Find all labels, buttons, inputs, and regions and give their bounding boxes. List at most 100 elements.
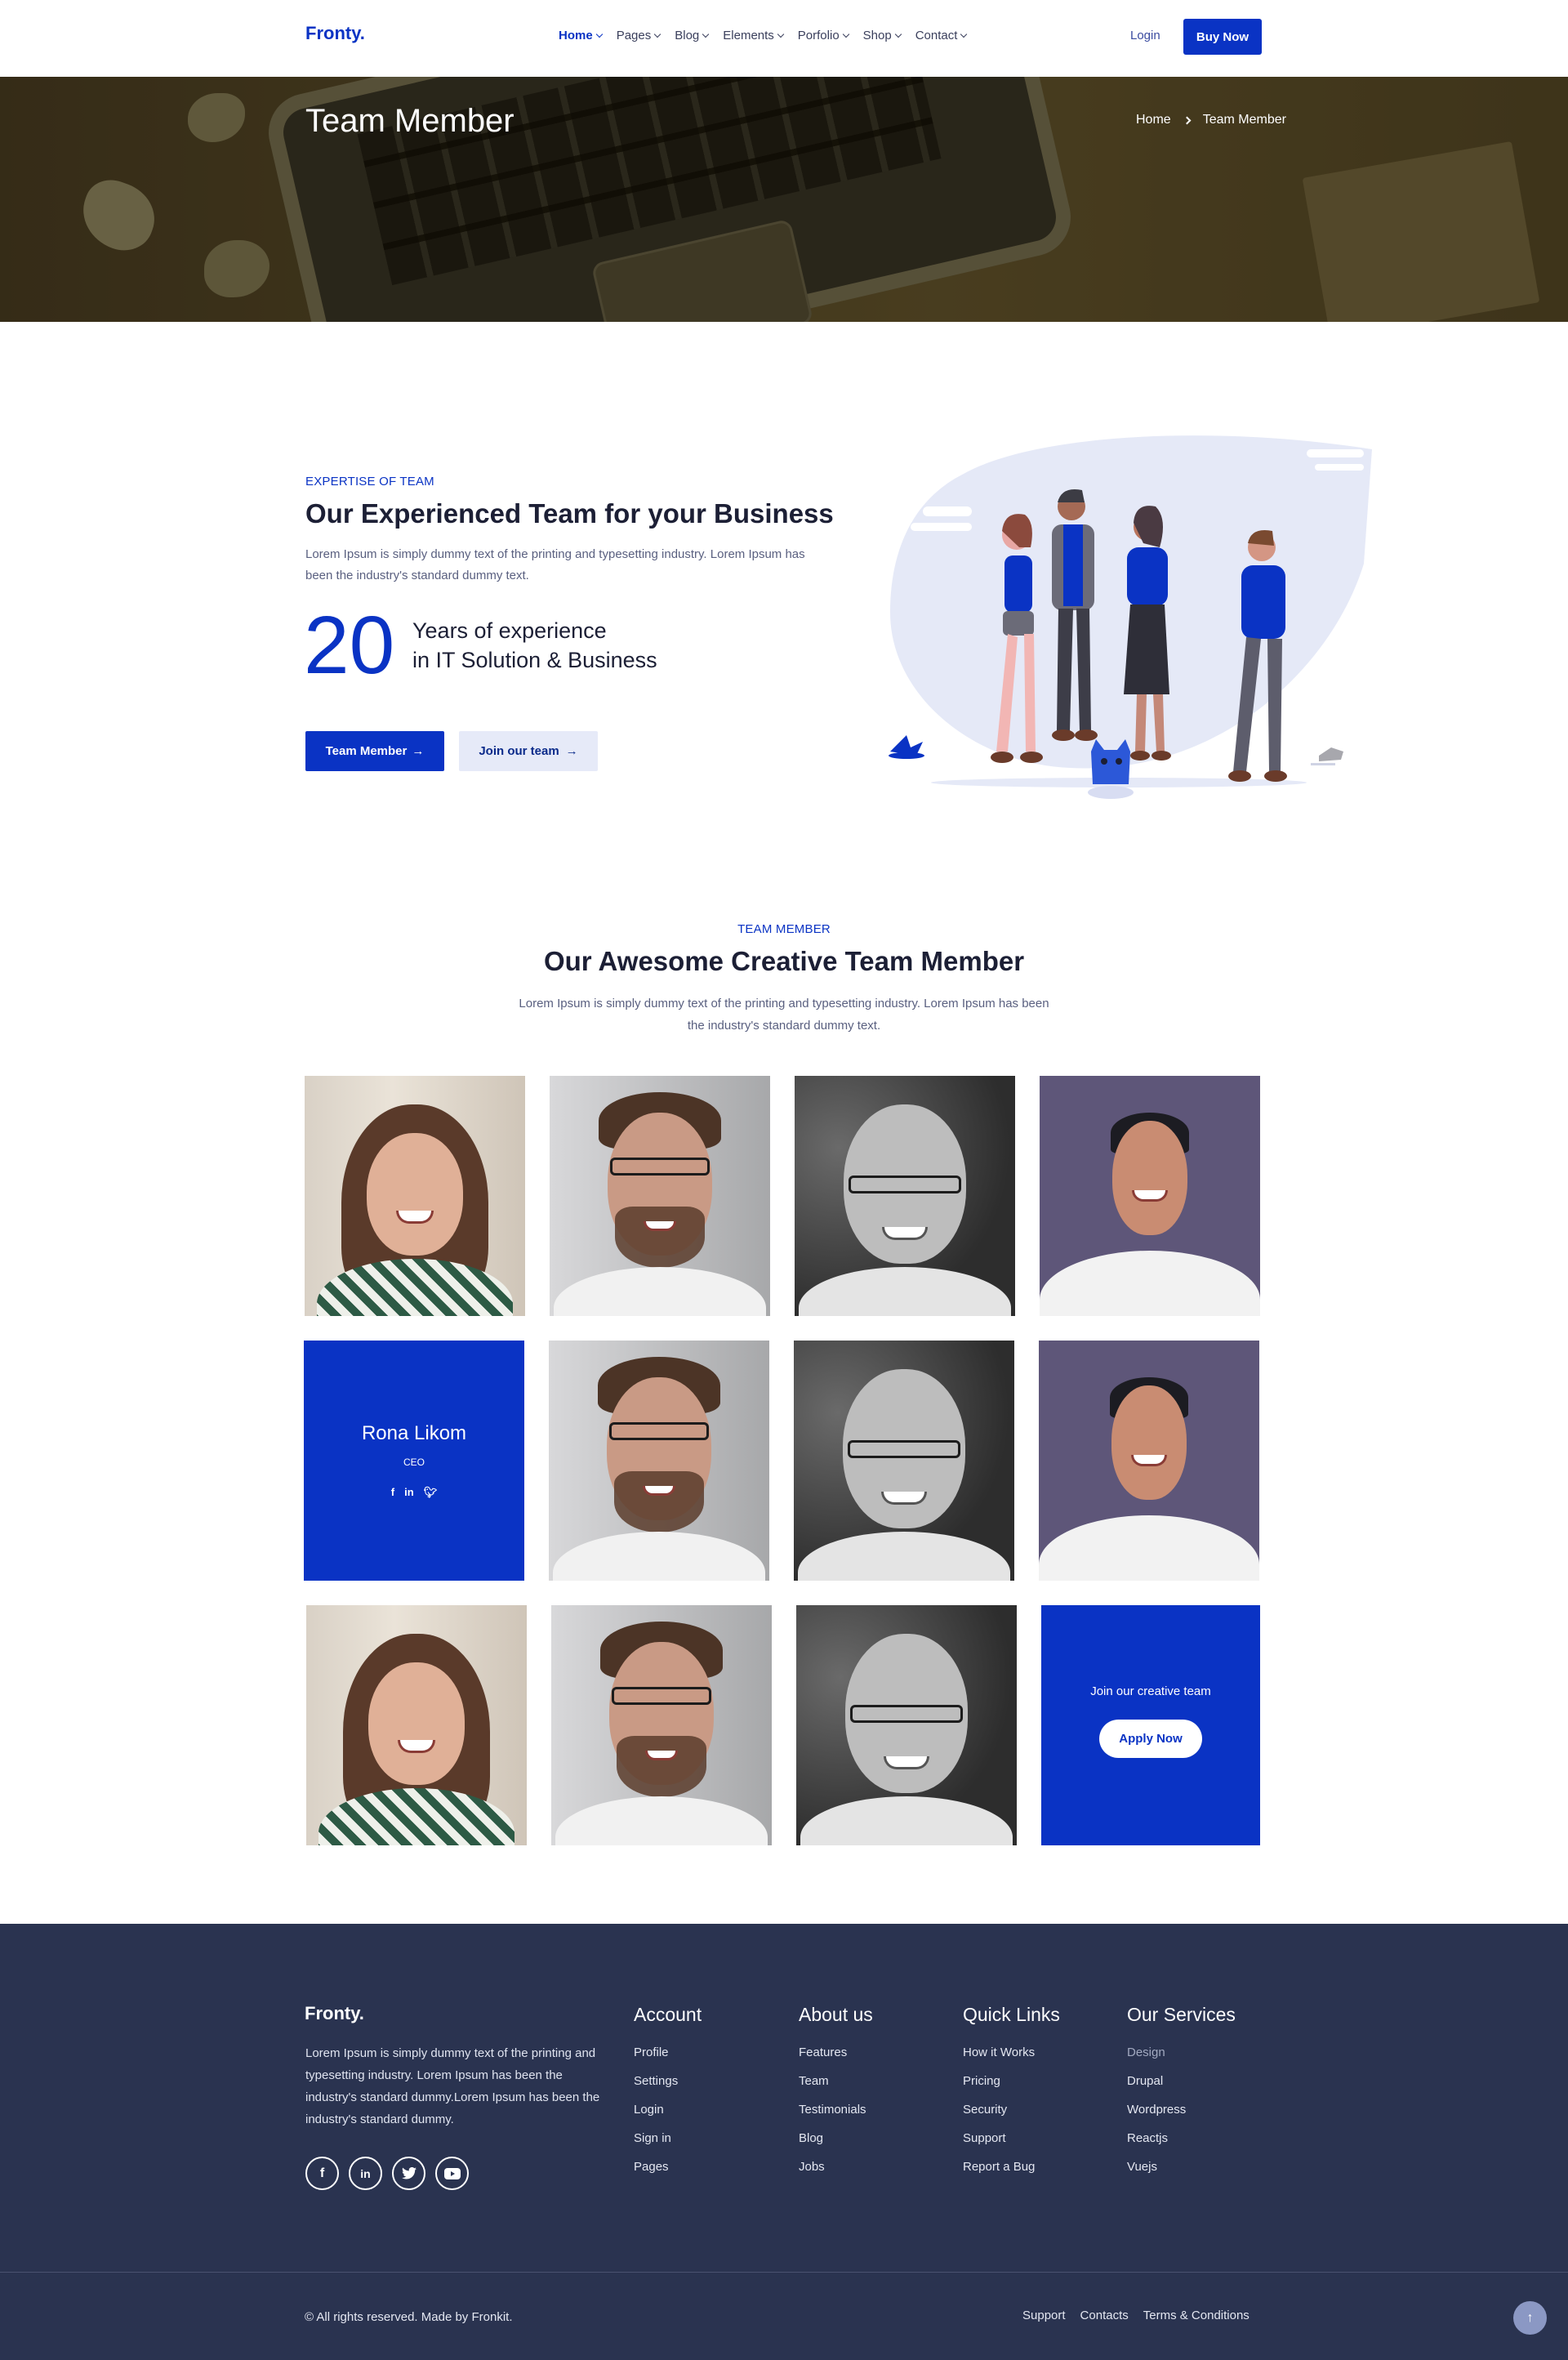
footer-link[interactable]: Settings: [634, 2074, 702, 2089]
chevron-down-icon: [777, 30, 785, 38]
footer-column-title: Our Services: [1127, 2004, 1236, 2025]
footer-link[interactable]: Report a Bug: [963, 2160, 1060, 2175]
nav-item-shop[interactable]: Shop: [863, 29, 902, 42]
team-description: Lorem Ipsum is simply dummy text of the …: [519, 997, 1049, 1033]
chevron-down-icon: [960, 30, 968, 38]
team-member-photo: [794, 1341, 1014, 1581]
join-team-button[interactable]: Join our team →: [459, 731, 598, 771]
chevron-down-icon: [653, 30, 662, 38]
page-title: Team Member: [305, 103, 514, 139]
arrow-right-icon: →: [565, 744, 578, 758]
footer-link[interactable]: Vuejs: [1127, 2160, 1236, 2175]
team-illustration: [889, 435, 1372, 799]
team-member-card[interactable]: [306, 1605, 527, 1845]
nav-item-portfolio[interactable]: Porfolio: [798, 29, 849, 42]
team-member-button[interactable]: Team Member →: [305, 731, 444, 771]
team-member-highlight-card[interactable]: Rona Likom CEO f in 🐦︎: [304, 1341, 524, 1581]
chevron-down-icon: [894, 30, 902, 38]
footer-logo[interactable]: Fronty.: [305, 2003, 364, 2024]
footer-link[interactable]: Design: [1127, 2045, 1236, 2060]
years-caption-line1: Years of experience: [412, 618, 607, 643]
footer-link[interactable]: Support: [963, 2131, 1060, 2146]
back-to-top-button[interactable]: ↑: [1513, 2301, 1547, 2335]
footer-social-links: f in: [305, 2157, 469, 2190]
chevron-right-icon: [1183, 116, 1192, 124]
team-member-card[interactable]: [1039, 1341, 1259, 1581]
expertise-description: Lorem Ipsum is simply dummy text of the …: [305, 547, 805, 582]
breadcrumb-current: Team Member: [1202, 113, 1286, 127]
footer-link[interactable]: Pricing: [963, 2074, 1060, 2089]
nav-item-pages[interactable]: Pages: [617, 29, 662, 42]
footer-link[interactable]: Security: [963, 2103, 1060, 2117]
footer-link[interactable]: Pages: [634, 2160, 702, 2175]
footer-link[interactable]: Drupal: [1127, 2074, 1236, 2089]
footer-divider: [0, 2272, 1568, 2273]
nav-item-contact[interactable]: Contact: [915, 29, 968, 42]
team-member-photo: [306, 1605, 527, 1845]
team-title: Our Awesome Creative Team Member: [543, 946, 1025, 976]
team-member-photo: [1040, 1076, 1260, 1316]
linkedin-icon[interactable]: in: [349, 2157, 382, 2190]
footer-link[interactable]: Team: [799, 2074, 873, 2089]
chevron-down-icon: [842, 30, 849, 38]
footer-link[interactable]: Sign in: [634, 2131, 702, 2146]
team-member-card[interactable]: [305, 1076, 525, 1316]
team-member-card[interactable]: [796, 1605, 1017, 1845]
team-member-photo: [305, 1076, 525, 1316]
footer-link[interactable]: Features: [799, 2045, 873, 2060]
nav-item-elements[interactable]: Elements: [723, 29, 785, 42]
join-team-text: Join our creative team: [1090, 1684, 1211, 1698]
facebook-icon[interactable]: f: [305, 2157, 339, 2190]
twitter-icon[interactable]: 🐦︎: [424, 1486, 438, 1499]
team-member-card[interactable]: [795, 1076, 1015, 1316]
footer-link[interactable]: Reactjs: [1127, 2131, 1236, 2146]
team-member-card[interactable]: [1040, 1076, 1260, 1316]
breadcrumb: Home Team Member: [1136, 113, 1286, 127]
footer-link[interactable]: Wordpress: [1127, 2103, 1236, 2117]
buy-now-button[interactable]: Buy Now: [1183, 19, 1262, 55]
copyright-text: © All rights reserved. Made by Fronkit.: [305, 2310, 513, 2324]
footer-link[interactable]: How it Works: [963, 2045, 1060, 2060]
team-member-card[interactable]: [549, 1341, 769, 1581]
footer-link[interactable]: Jobs: [799, 2160, 873, 2175]
footer-bottom-link[interactable]: Contacts: [1080, 2309, 1129, 2322]
footer-bottom-links: Support Contacts Terms & Conditions: [1022, 2309, 1250, 2322]
nav-item-blog[interactable]: Blog: [675, 29, 710, 42]
expertise-title: Our Experienced Team for your Business: [305, 498, 834, 529]
join-team-card: Join our creative team Apply Now: [1041, 1605, 1260, 1845]
footer-bottom-link[interactable]: Terms & Conditions: [1143, 2309, 1250, 2322]
footer-link[interactable]: Login: [634, 2103, 702, 2117]
team-member-card[interactable]: [794, 1341, 1014, 1581]
member-name: Rona Likom: [361, 1422, 467, 1444]
footer-bottom-link[interactable]: Support: [1022, 2309, 1066, 2322]
site-footer: [0, 1924, 1568, 2360]
breadcrumb-home[interactable]: Home: [1136, 113, 1171, 127]
youtube-icon[interactable]: [435, 2157, 469, 2190]
linkedin-icon[interactable]: in: [404, 1486, 414, 1499]
team-member-photo: [795, 1076, 1015, 1316]
footer-link[interactable]: Blog: [799, 2131, 873, 2146]
team-member-card[interactable]: [551, 1605, 772, 1845]
years-caption: Years of experience in IT Solution & Bus…: [412, 616, 682, 675]
arrow-up-icon: ↑: [1526, 2310, 1534, 2325]
footer-link[interactable]: Profile: [634, 2045, 702, 2060]
team-member-photo: [796, 1605, 1017, 1845]
facebook-icon[interactable]: f: [391, 1486, 394, 1499]
footer-column-about: About us Features Team Testimonials Blog…: [799, 2004, 873, 2188]
hero-overlay: [0, 77, 1568, 322]
team-member-card[interactable]: [550, 1076, 770, 1316]
footer-column-title: Account: [634, 2004, 702, 2025]
footer-link[interactable]: Testimonials: [799, 2103, 873, 2117]
page-hero-banner: [0, 77, 1568, 322]
chevron-down-icon: [595, 30, 603, 38]
login-link[interactable]: Login: [1130, 29, 1160, 42]
footer-column-title: Quick Links: [963, 2004, 1060, 2025]
footer-column-services: Our Services Design Drupal Wordpress Rea…: [1127, 2004, 1236, 2188]
footer-column-title: About us: [799, 2004, 873, 2025]
expertise-eyebrow: EXPERTISE OF TEAM: [305, 475, 434, 489]
twitter-icon[interactable]: [392, 2157, 425, 2190]
nav-item-home[interactable]: Home: [559, 29, 603, 42]
brand-logo[interactable]: Fronty.: [305, 23, 365, 44]
apply-now-button[interactable]: Apply Now: [1099, 1720, 1202, 1758]
member-social-links: f in 🐦︎: [391, 1486, 437, 1499]
